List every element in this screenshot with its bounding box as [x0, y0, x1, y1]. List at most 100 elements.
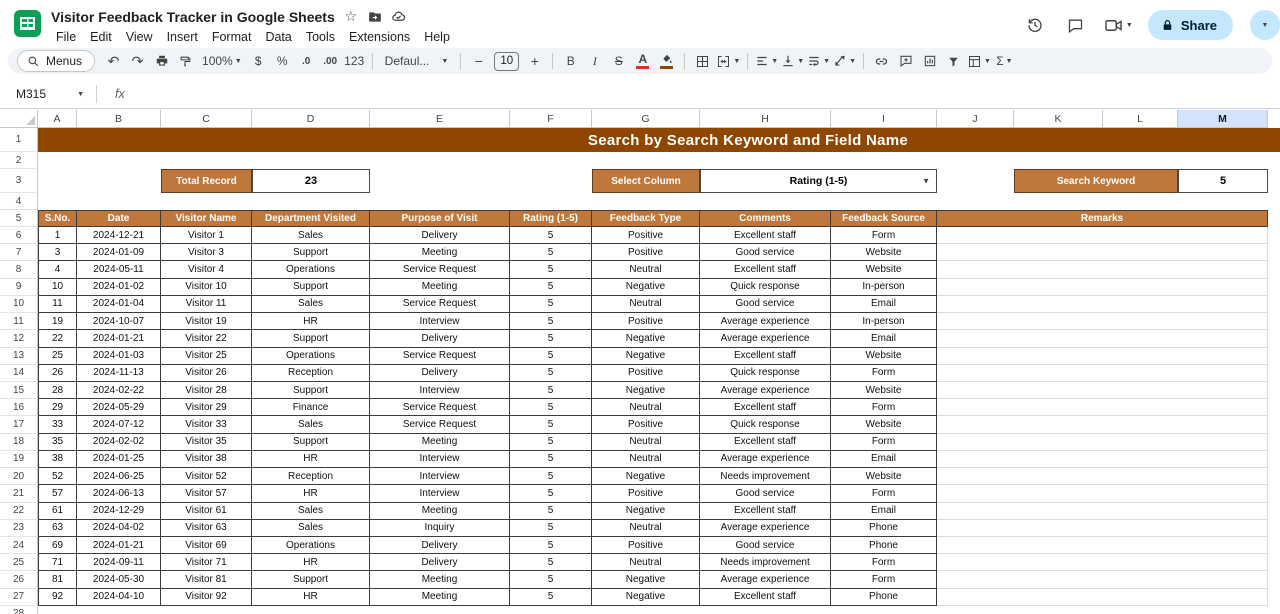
cell-E18[interactable]: Meeting [370, 434, 510, 451]
more-formats-button[interactable]: 123 [344, 50, 365, 72]
cell-E6[interactable]: Delivery [370, 227, 510, 244]
cell-D8[interactable]: Operations [252, 261, 370, 278]
cell-G26[interactable]: Negative [592, 571, 700, 588]
cell-A27[interactable]: 92 [38, 589, 77, 606]
cell-E24[interactable]: Delivery [370, 537, 510, 554]
cell-D27[interactable]: HR [252, 589, 370, 606]
cell-D6[interactable]: Sales [252, 227, 370, 244]
cell-remarks-13[interactable] [937, 348, 1268, 365]
cell-G23[interactable]: Neutral [592, 520, 700, 537]
cell-remarks-9[interactable] [937, 279, 1268, 296]
search-keyword-label[interactable]: Search Keyword [1014, 169, 1178, 193]
cell-C9[interactable]: Visitor 10 [161, 279, 252, 296]
cell-remarks-22[interactable] [937, 503, 1268, 520]
cell-E25[interactable]: Delivery [370, 554, 510, 571]
text-wrap-button[interactable]: ▼ [807, 50, 830, 72]
cell-remarks-18[interactable] [937, 434, 1268, 451]
cell-remarks-17[interactable] [937, 416, 1268, 433]
share-dropdown-button[interactable]: ▼ [1250, 10, 1280, 40]
cell-G11[interactable]: Positive [592, 313, 700, 330]
cell-D24[interactable]: Operations [252, 537, 370, 554]
decrease-decimal-button[interactable]: .0 [296, 50, 317, 72]
cell-B18[interactable]: 2024-02-02 [77, 434, 161, 451]
cell-E19[interactable]: Interview [370, 451, 510, 468]
cell-remarks-24[interactable] [937, 537, 1268, 554]
cell-C11[interactable]: Visitor 19 [161, 313, 252, 330]
menu-insert[interactable]: Insert [160, 28, 205, 49]
cell-E7[interactable]: Meeting [370, 244, 510, 261]
cell-C23[interactable]: Visitor 63 [161, 520, 252, 537]
cell-H7[interactable]: Good service [700, 244, 831, 261]
share-button[interactable]: Share [1148, 10, 1233, 40]
cell-remarks-8[interactable] [937, 261, 1268, 278]
zoom-select[interactable]: 100% ▼ [199, 50, 245, 72]
cloud-status-icon[interactable] [389, 7, 409, 27]
cell-H8[interactable]: Excellent staff [700, 261, 831, 278]
cell-A16[interactable]: 29 [38, 399, 77, 416]
cell-A23[interactable]: 63 [38, 520, 77, 537]
cell-D13[interactable]: Operations [252, 348, 370, 365]
row-header-9[interactable]: 9 [0, 279, 38, 296]
cell-D21[interactable]: HR [252, 485, 370, 502]
row-header-25[interactable]: 25 [0, 554, 38, 571]
cell-E9[interactable]: Meeting [370, 279, 510, 296]
cell-C6[interactable]: Visitor 1 [161, 227, 252, 244]
cell-H19[interactable]: Average experience [700, 451, 831, 468]
th-visitor-name[interactable]: Visitor Name [161, 210, 252, 227]
cell-A12[interactable]: 22 [38, 330, 77, 347]
cell-E21[interactable]: Interview [370, 485, 510, 502]
cell-remarks-23[interactable] [937, 520, 1268, 537]
cell-C17[interactable]: Visitor 33 [161, 416, 252, 433]
cell-B17[interactable]: 2024-07-12 [77, 416, 161, 433]
cell-B9[interactable]: 2024-01-02 [77, 279, 161, 296]
row-header-4[interactable]: 4 [0, 193, 38, 210]
cell-A7[interactable]: 3 [38, 244, 77, 261]
cell-D25[interactable]: HR [252, 554, 370, 571]
cell-H25[interactable]: Needs improvement [700, 554, 831, 571]
cell-D7[interactable]: Support [252, 244, 370, 261]
cell-D26[interactable]: Support [252, 571, 370, 588]
cell-F7[interactable]: 5 [510, 244, 592, 261]
cell-F12[interactable]: 5 [510, 330, 592, 347]
row-header-12[interactable]: 12 [0, 330, 38, 347]
cell-G6[interactable]: Positive [592, 227, 700, 244]
cell-H13[interactable]: Excellent staff [700, 348, 831, 365]
undo-button[interactable]: ↶ [103, 50, 124, 72]
cell-C13[interactable]: Visitor 25 [161, 348, 252, 365]
cell-G25[interactable]: Neutral [592, 554, 700, 571]
row-header-11[interactable]: 11 [0, 313, 38, 330]
row-header-20[interactable]: 20 [0, 468, 38, 485]
cell-remarks-14[interactable] [937, 365, 1268, 382]
cell-I10[interactable]: Email [831, 296, 937, 313]
search-keyword-value[interactable]: 5 [1178, 169, 1268, 193]
th-feedback-type[interactable]: Feedback Type [592, 210, 700, 227]
cell-I16[interactable]: Form [831, 399, 937, 416]
row-header-19[interactable]: 19 [0, 451, 38, 468]
cell-H17[interactable]: Quick response [700, 416, 831, 433]
menu-format[interactable]: Format [205, 28, 259, 49]
cell-B21[interactable]: 2024-06-13 [77, 485, 161, 502]
menu-edit[interactable]: Edit [83, 28, 119, 49]
column-header-K[interactable]: K [1014, 110, 1103, 128]
font-family-select[interactable]: Defaul... ▼ [380, 50, 454, 72]
row-header-13[interactable]: 13 [0, 348, 38, 365]
cell-D18[interactable]: Support [252, 434, 370, 451]
cell-E23[interactable]: Inquiry [370, 520, 510, 537]
cell-G15[interactable]: Negative [592, 382, 700, 399]
cell-remarks-15[interactable] [937, 382, 1268, 399]
cell-A21[interactable]: 57 [38, 485, 77, 502]
menu-help[interactable]: Help [417, 28, 457, 49]
cell-H9[interactable]: Quick response [700, 279, 831, 296]
document-title[interactable]: Visitor Feedback Tracker in Google Sheet… [49, 9, 337, 25]
menus-search-button[interactable]: Menus [17, 50, 95, 72]
cell-I22[interactable]: Email [831, 503, 937, 520]
th-feedback-source[interactable]: Feedback Source [831, 210, 937, 227]
cell-C8[interactable]: Visitor 4 [161, 261, 252, 278]
cell-A11[interactable]: 19 [38, 313, 77, 330]
column-header-A[interactable]: A [38, 110, 77, 128]
cell-B15[interactable]: 2024-02-22 [77, 382, 161, 399]
cell-I19[interactable]: Email [831, 451, 937, 468]
cell-I17[interactable]: Website [831, 416, 937, 433]
merge-cells-button[interactable]: ▼ [716, 50, 740, 72]
vertical-align-button[interactable]: ▼ [781, 50, 804, 72]
